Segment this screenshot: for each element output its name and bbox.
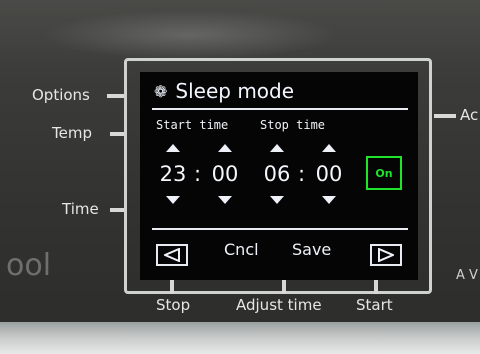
start-minutes-value[interactable]: 00 bbox=[208, 162, 242, 186]
stop-hours-value[interactable]: 06 bbox=[260, 162, 294, 186]
start-minutes-down-icon[interactable] bbox=[218, 196, 232, 204]
stop-minutes-value[interactable]: 00 bbox=[312, 162, 346, 186]
lcd-screen: ❁ Sleep mode Start time Stop time 23 : 0… bbox=[140, 72, 418, 280]
panel-lower-trim bbox=[0, 322, 480, 354]
title-divider bbox=[152, 108, 408, 110]
time-label: Time bbox=[62, 200, 99, 218]
previous-button[interactable] bbox=[156, 244, 188, 266]
soft-key-divider bbox=[152, 228, 408, 230]
left-arrow-icon bbox=[164, 248, 180, 262]
adjust-time-label: Adjust time bbox=[236, 296, 322, 314]
start-button-marker[interactable] bbox=[374, 280, 378, 294]
screen-title: ❁ Sleep mode bbox=[154, 78, 294, 104]
start-label: Start bbox=[356, 296, 393, 314]
stop-label: Stop bbox=[156, 296, 191, 314]
time-button-marker[interactable] bbox=[110, 208, 125, 212]
start-hours-value[interactable]: 23 bbox=[156, 162, 190, 186]
options-label: Options bbox=[32, 86, 90, 104]
stop-time-separator: : bbox=[298, 162, 306, 186]
stop-minutes-up-icon[interactable] bbox=[322, 144, 336, 152]
right-button-marker[interactable] bbox=[434, 114, 456, 118]
panel-glare bbox=[40, 10, 340, 60]
start-hours-down-icon[interactable] bbox=[166, 196, 180, 204]
right-bottom-label: A V bbox=[456, 268, 478, 283]
temp-label: Temp bbox=[52, 124, 92, 142]
stop-hours-down-icon[interactable] bbox=[270, 196, 284, 204]
right-label-fragment: Ac bbox=[460, 106, 479, 124]
brand-logo-fragment: ool bbox=[6, 248, 52, 283]
options-button-marker[interactable] bbox=[107, 94, 125, 98]
start-hours-up-icon[interactable] bbox=[166, 144, 180, 152]
stop-time-label: Stop time bbox=[260, 118, 326, 132]
start-time-separator: : bbox=[194, 162, 202, 186]
temp-button-marker[interactable] bbox=[110, 132, 125, 136]
save-button[interactable]: Save bbox=[292, 240, 331, 259]
gear-icon: ❁ bbox=[154, 81, 168, 101]
page-title: Sleep mode bbox=[175, 79, 295, 103]
right-arrow-icon bbox=[378, 248, 394, 262]
start-time-label: Start time bbox=[156, 118, 229, 132]
cancel-button[interactable]: Cncl bbox=[224, 240, 259, 259]
adjust-time-button-marker[interactable] bbox=[282, 280, 286, 294]
next-button[interactable] bbox=[370, 244, 402, 266]
stop-hours-up-icon[interactable] bbox=[270, 144, 284, 152]
stop-button-marker[interactable] bbox=[170, 280, 174, 294]
stop-minutes-down-icon[interactable] bbox=[322, 196, 336, 204]
start-minutes-up-icon[interactable] bbox=[218, 144, 232, 152]
toggle-label: On bbox=[375, 166, 393, 180]
sleep-mode-toggle[interactable]: On bbox=[366, 156, 402, 190]
